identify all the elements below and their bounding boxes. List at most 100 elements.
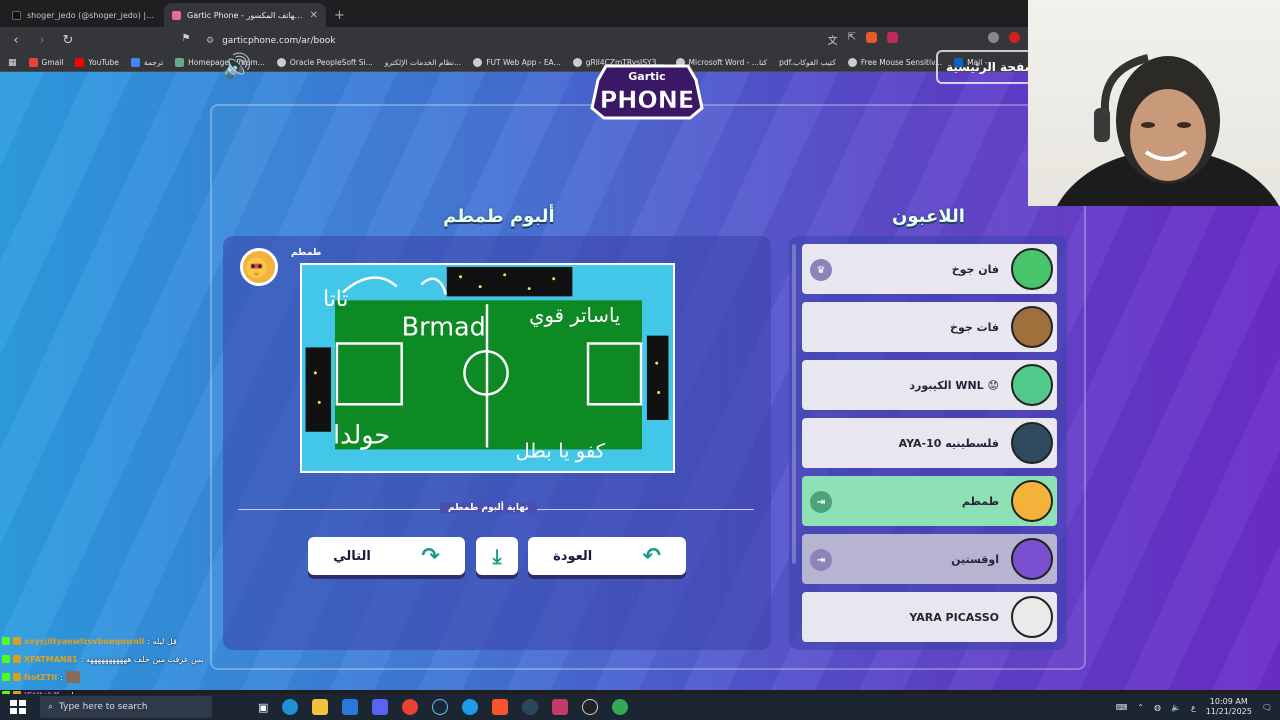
speaker-icon[interactable]: 🔊 [222,52,252,80]
tab-strip: shoger_jedo (@shoger_jedo) | TikTok Gart… [0,0,1028,27]
site-info-icon[interactable]: ⚙ [206,36,214,46]
youtube-icon [75,58,85,67]
steam-icon[interactable] [522,699,539,715]
logo-word-gartic: Gartic [628,70,665,83]
chicken-avatar-icon [246,257,267,278]
globe-icon [572,58,582,67]
next-button[interactable]: التالي ↷ [308,537,465,575]
windows-start-icon[interactable] [8,697,28,717]
player-avatar [1011,364,1053,406]
chevron-up-icon[interactable]: ⌃ [1137,703,1144,712]
volume-icon[interactable]: 🔈 [1171,703,1181,712]
globe-icon [847,58,857,67]
brave-shield-icon[interactable] [866,32,877,43]
bookmark-icon[interactable]: ⚑ [178,33,194,44]
chat-text: : بس عرفت مين خلف هههههههههههه [80,654,204,664]
chrome-icon[interactable] [402,699,419,715]
download-button[interactable]: ⤓ [476,537,518,575]
date: 11/21/2025 [1205,707,1252,716]
brave-rewards-icon[interactable] [887,32,898,43]
exit-icon: ⇥ [810,491,832,513]
tab-title: Gartic Phone - لعبة الهاتف المكسور [187,10,304,20]
reload-icon[interactable]: ↻ [60,33,76,48]
back-button[interactable]: العودة ↶ [528,537,686,575]
bookmark-vocab[interactable]: pdf.كتيب الفوكاب [779,58,836,67]
close-tab-icon[interactable]: ✕ [310,10,318,21]
album-title: ألبوم طمطم [443,206,555,227]
bookmark-eservices[interactable]: نظام الخدمات الإلكترو... [385,58,461,67]
discord-icon[interactable] [372,699,389,715]
gartic-phone-logo: Gartic PHONE [590,64,704,120]
file-explorer-icon[interactable] [312,699,329,715]
home-button[interactable]: الصفحة الرئيسية [936,50,1036,84]
player-row-current: ⇥ طمطم [802,476,1057,526]
player-name: فات جوخ [950,320,999,334]
next-arrow-icon: ↷ [421,543,440,569]
tab-title: shoger_jedo (@shoger_jedo) | TikTok [27,10,156,20]
edge-icon[interactable] [282,699,299,715]
keyboard-icon[interactable]: ⌨ [1116,703,1128,712]
taskbar-search[interactable]: ⌕ Type here to search [40,696,212,718]
player-row: ⇥ اوقستين [802,534,1057,584]
notifications-icon[interactable]: 🗨 [1262,703,1272,712]
chat-username: XFATMAN81 [24,654,78,664]
bookmark-fut[interactable]: FUT Web App - EA... [473,58,561,67]
back-arrow-icon: ↶ [642,543,661,569]
extension-icon[interactable] [988,32,999,43]
app-icon[interactable] [462,699,479,715]
bookmark-oracle[interactable]: Oracle PeopleSoft Si... [276,58,373,67]
url-text[interactable]: garticphone.com/ar/book [222,36,335,46]
player-row: ♛ فان جوخ [802,244,1057,294]
input-language[interactable]: ع [1191,703,1196,712]
player-row: AYA-10 فلسطينيه [802,418,1057,468]
globe-icon [473,58,483,67]
author-avatar [240,248,278,286]
player-row: الكيبورد WNL 😟 [802,360,1057,410]
kick-badge-icon [2,673,10,681]
tab-tiktok[interactable]: shoger_jedo (@shoger_jedo) | TikTok [4,3,164,27]
steam-icon[interactable] [432,699,449,715]
streamer-image [1056,54,1280,206]
sub-badge-icon [13,637,21,645]
exit-icon: ⇥ [810,549,832,571]
profile-icon[interactable] [1009,32,1020,43]
network-icon[interactable]: ◍ [1154,703,1161,712]
player-name: AYA-10 فلسطينيه [898,436,999,450]
album-end-label: نهاية ألبوم طمطم [440,503,537,513]
share-icon[interactable]: ⇱ [848,32,856,47]
globe-icon [276,58,286,67]
apps-grid-icon[interactable]: ▦ [8,58,17,68]
windows-taskbar: ⌕ Type here to search ▣ ⌨ ⌃ ◍ 🔈 ع 10:09 … [0,694,1280,720]
tab-gartic[interactable]: Gartic Phone - لعبة الهاتف المكسور ✕ [164,3,326,27]
forward-arrow-icon[interactable]: › [34,33,50,48]
gmail-icon [28,58,38,67]
players-scrollbar[interactable] [792,244,796,564]
mail-icon[interactable] [342,699,359,715]
drawing-text-tata: تاتا [323,287,348,312]
new-tab-button[interactable]: + [334,8,345,23]
chrome-icon[interactable] [612,699,629,715]
taskbar-apps: ▣ [258,699,629,715]
player-row: فات جوخ [802,302,1057,352]
back-arrow-icon[interactable]: ‹ [8,33,24,48]
task-view-icon[interactable]: ▣ [258,701,268,714]
translate-icon[interactable]: 文 [828,32,838,47]
bookmark-gmail[interactable]: Gmail [28,58,63,67]
brave-icon[interactable] [492,699,509,715]
search-icon: ⌕ [48,702,54,712]
player-name: فان جوخ [951,262,999,276]
kick-badge-icon [2,655,10,663]
app-icon[interactable] [552,699,569,715]
obs-icon[interactable] [582,699,599,715]
chat-text: : قل ليله [147,636,177,646]
bookmark-translate[interactable]: ترجمة [130,58,163,67]
bookmark-mouse[interactable]: Free Mouse Sensitiv... [847,58,942,67]
bookmark-youtube[interactable]: YouTube [75,58,119,67]
clock[interactable]: 10:09 AM 11/21/2025 [1206,697,1252,717]
player-row: YARA PICASSO [802,592,1057,642]
time: 10:09 AM [1209,697,1248,706]
kick-badge-icon [2,637,10,645]
sub-badge-icon [13,655,21,663]
next-button-label: التالي [333,548,371,564]
address-bar[interactable]: ⚙ garticphone.com/ar/book [200,31,910,50]
